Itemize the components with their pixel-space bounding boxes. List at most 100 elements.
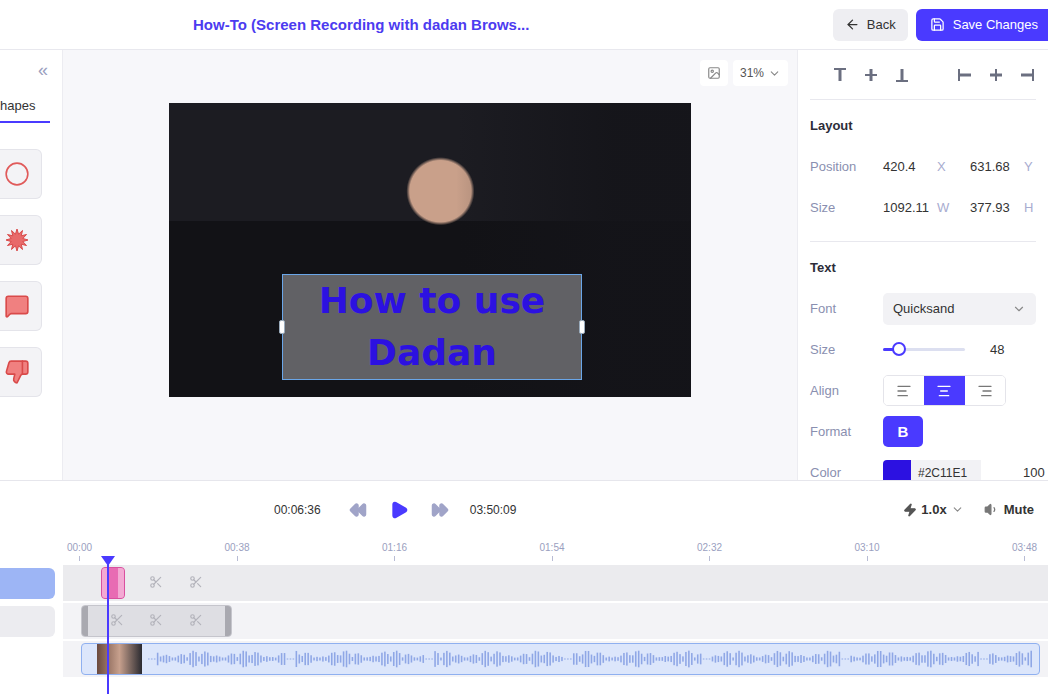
background-button[interactable] <box>700 60 728 86</box>
resize-handle[interactable] <box>579 320 585 334</box>
chevron-down-icon <box>1012 302 1026 316</box>
collapse-button[interactable]: « <box>0 50 62 90</box>
speed-select[interactable]: 1.0x <box>903 502 963 517</box>
shape-button[interactable] <box>0 149 42 199</box>
panel-tab[interactable]: hapes <box>0 90 50 123</box>
align-right-icon[interactable] <box>1019 67 1035 83</box>
layout-section: LayoutPosition420.4X631.68YSize1092.11W3… <box>810 100 1036 242</box>
hex-field[interactable]: #2C11E1 <box>911 460 981 481</box>
total-time: 03:50:09 <box>470 503 517 517</box>
shape-clip[interactable] <box>81 605 233 637</box>
size-slider[interactable] <box>883 348 965 351</box>
resize-handle[interactable] <box>279 320 285 334</box>
zoom-select[interactable]: 31% <box>733 60 788 86</box>
size-row: Size48 <box>810 329 1036 370</box>
shape-button[interactable] <box>0 347 42 397</box>
cut-marker[interactable] <box>149 613 163 627</box>
track-label-slot <box>0 603 63 639</box>
text-overlay[interactable]: How to use Dadan <box>282 274 582 380</box>
shape-button[interactable] <box>0 215 42 265</box>
speech-bubble-icon <box>4 293 30 319</box>
clip-handle[interactable] <box>118 568 124 598</box>
prop-label: Color <box>810 465 883 480</box>
shape-button[interactable] <box>0 281 42 331</box>
forward-button[interactable] <box>431 501 449 519</box>
scissors-icon <box>189 575 203 589</box>
number-fields: 420.4X631.68Y <box>883 159 1036 174</box>
ruler-tick: 01:16 <box>382 538 540 565</box>
track-label[interactable] <box>0 606 55 637</box>
align-right-icon <box>977 383 993 399</box>
panel-tabs: hapes <box>0 90 62 123</box>
clip-thumbnail <box>97 644 142 674</box>
zoom-bar: 31% <box>63 60 788 86</box>
cut-marker[interactable] <box>189 575 203 589</box>
font-row: FontQuicksand <box>810 288 1036 329</box>
align-bottom-icon[interactable] <box>894 67 910 83</box>
chevron-down-icon <box>951 503 964 516</box>
number-field[interactable]: 631.68 <box>970 159 1020 174</box>
ruler-tick: 03:48 <box>1012 538 1048 565</box>
transport-controls <box>349 500 449 520</box>
track-labels <box>0 538 63 694</box>
align-left-icon[interactable] <box>957 67 973 83</box>
mute-button[interactable]: Mute <box>984 502 1034 517</box>
top-actions: BackSave Changes <box>833 9 1048 41</box>
play-button[interactable] <box>389 500 409 520</box>
burst-icon <box>5 228 29 252</box>
align-group <box>883 375 1006 406</box>
save-button[interactable]: Save Changes <box>916 9 1048 41</box>
align-top-icon[interactable] <box>832 67 848 83</box>
time-ruler: 00:0000:3801:1601:5402:3203:1003:48 <box>63 538 1048 565</box>
track-label[interactable] <box>0 568 55 599</box>
cut-marker[interactable] <box>189 613 203 627</box>
slider-knob[interactable] <box>892 342 906 356</box>
video-clip[interactable] <box>81 643 1040 675</box>
size-value: 48 <box>990 342 1004 357</box>
prop-label: Align <box>810 383 883 398</box>
unit-label: W <box>933 200 970 215</box>
text-clip[interactable] <box>101 567 125 599</box>
chevron-down-icon <box>768 67 781 80</box>
number-field[interactable]: 420.4 <box>883 159 933 174</box>
fast-forward-icon <box>431 501 449 519</box>
stage: How to use Dadan <box>63 103 788 397</box>
align-button[interactable] <box>884 376 924 405</box>
back-button[interactable]: Back <box>833 9 908 41</box>
waveform <box>148 649 1033 669</box>
circle-icon <box>4 161 30 187</box>
playhead[interactable] <box>107 556 109 694</box>
layout-row: Size1092.11W377.93H <box>810 187 1036 228</box>
section-title: Text <box>810 260 1036 276</box>
bold-button[interactable]: B <box>883 416 923 447</box>
number-field[interactable]: 377.93 <box>970 200 1020 215</box>
font-select[interactable]: Quicksand <box>883 293 1036 325</box>
align-button[interactable] <box>965 376 1005 405</box>
properties-panel: LayoutPosition420.4X631.68YSize1092.11W3… <box>797 50 1048 480</box>
align-middle-icon[interactable] <box>863 67 879 83</box>
align-center-icon[interactable] <box>988 67 1004 83</box>
track-area: 00:0000:3801:1601:5402:3203:1003:48 <box>63 538 1048 694</box>
size-control: 48 <box>883 342 1036 357</box>
current-time: 00:06:36 <box>274 503 321 517</box>
color-swatch[interactable] <box>883 460 911 481</box>
text-section: TextFontQuicksandSize48AlignFormatBColor… <box>810 242 1036 480</box>
clip-handle[interactable] <box>225 606 231 636</box>
save-icon <box>930 17 945 32</box>
thumbs-down-icon <box>4 359 30 385</box>
clip-handle[interactable] <box>82 606 88 636</box>
align-toolbar <box>810 50 1036 100</box>
opacity-field[interactable]: 100 <box>1023 465 1045 480</box>
layout-row: Position420.4X631.68Y <box>810 146 1036 187</box>
ruler-tick: 00:00 <box>67 538 225 565</box>
cut-marker[interactable] <box>149 575 163 589</box>
color-row: Color#2C11E1100% <box>810 452 1036 480</box>
overlay-text[interactable]: How to use Dadan <box>303 275 561 379</box>
shape-list <box>0 149 62 397</box>
number-field[interactable]: 1092.11 <box>883 200 933 215</box>
cut-marker[interactable] <box>110 613 124 627</box>
project-title: How-To (Screen Recording with dadan Brow… <box>193 16 529 33</box>
top-bar: How-To (Screen Recording with dadan Brow… <box>0 0 1048 50</box>
rewind-button[interactable] <box>349 501 367 519</box>
align-button[interactable] <box>924 376 964 405</box>
